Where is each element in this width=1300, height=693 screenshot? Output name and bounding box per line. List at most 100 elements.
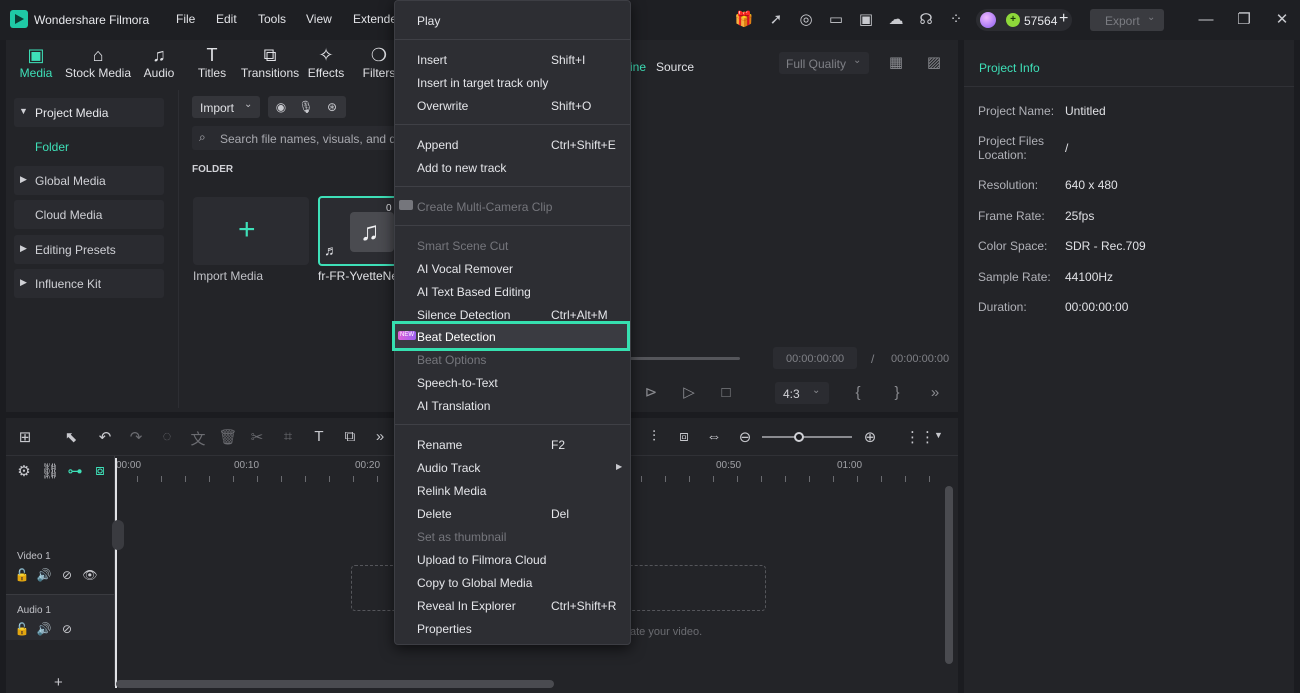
- crop-icon[interactable]: ⌗: [278, 428, 298, 445]
- tab-timeline[interactable]: ine: [630, 60, 646, 74]
- sidebar-item-project-media[interactable]: ▼ Project Media: [14, 98, 164, 127]
- trash-icon[interactable]: 🗑: [218, 428, 238, 446]
- undo-icon[interactable]: ↶: [95, 428, 115, 446]
- step-forward-icon[interactable]: ⊳: [641, 384, 661, 402]
- render-preview-icon[interactable]: ⧈: [674, 428, 694, 445]
- grid-view-icon[interactable]: ▦: [886, 54, 906, 72]
- tab-media[interactable]: ▣ Media: [15, 44, 57, 80]
- menu-item-overwrite[interactable]: Overwrite: [417, 99, 468, 113]
- horizontal-scrollbar[interactable]: [116, 680, 554, 688]
- menu-extensions[interactable]: Extende: [353, 12, 397, 26]
- ratio-select[interactable]: 4:3 ⌄: [775, 382, 829, 404]
- menu-item-ai-translation[interactable]: AI Translation: [417, 399, 490, 413]
- menu-item-ai-text[interactable]: AI Text Based Editing: [417, 285, 531, 299]
- chevron-down-icon[interactable]: ▼: [934, 430, 943, 440]
- menu-item-play[interactable]: Play: [417, 14, 440, 28]
- menu-item-ai-vocal[interactable]: AI Vocal Remover: [417, 262, 513, 276]
- tab-effects[interactable]: ✧ Effects: [306, 44, 346, 80]
- sidebar-item-influence-kit[interactable]: ▶ Influence Kit: [14, 269, 164, 298]
- select-tool-icon[interactable]: ⬉: [61, 428, 81, 446]
- tab-transitions[interactable]: ⧉ Transitions: [240, 44, 300, 80]
- menu-item-delete[interactable]: Delete: [417, 507, 452, 521]
- sidebar-item-editing-presets[interactable]: ▶ Editing Presets: [14, 235, 164, 264]
- menu-item-silence[interactable]: Silence Detection: [417, 308, 510, 322]
- menu-item-speech-to-text[interactable]: Speech-to-Text: [417, 376, 498, 390]
- zoom-slider-handle[interactable]: [794, 432, 804, 442]
- quality-select[interactable]: Full Quality ⌄: [779, 52, 869, 74]
- more-tools-icon[interactable]: »: [370, 428, 390, 445]
- snapshot-icon[interactable]: ▨: [924, 54, 944, 72]
- fit-timeline-icon[interactable]: ⇔: [704, 428, 724, 445]
- menu-item-relink[interactable]: Relink Media: [417, 484, 486, 498]
- mute-track-icon[interactable]: ⊘: [57, 622, 77, 636]
- link-icon[interactable]: ⊶: [65, 462, 85, 480]
- menu-item-properties[interactable]: Properties: [417, 622, 472, 636]
- audio-mixer-icon[interactable]: ⫶: [644, 428, 664, 445]
- close-icon[interactable]: ✕: [1272, 11, 1292, 29]
- speed-icon[interactable]: ◌: [157, 428, 177, 445]
- add-track-icon[interactable]: +: [54, 674, 63, 691]
- scissors-icon[interactable]: ✂: [247, 428, 267, 446]
- save-icon[interactable]: ▣: [856, 11, 876, 29]
- more-controls-icon[interactable]: »: [925, 384, 945, 402]
- stop-icon[interactable]: □: [716, 384, 736, 402]
- menu-item-reveal[interactable]: Reveal In Explorer: [417, 599, 516, 613]
- playhead[interactable]: [115, 458, 117, 688]
- unlink-icon[interactable]: ⛓: [40, 462, 60, 480]
- menu-item-append[interactable]: Append: [417, 138, 458, 152]
- menu-item-rename[interactable]: Rename: [417, 438, 462, 452]
- mark-in-icon[interactable]: {: [848, 384, 868, 402]
- record-icon[interactable]: ◉: [271, 98, 291, 116]
- progress-track[interactable]: [630, 357, 740, 360]
- tab-audio[interactable]: ♫ Audio: [140, 44, 178, 80]
- menu-item-copy-global[interactable]: Copy to Global Media: [417, 576, 532, 590]
- beat-detection-item[interactable]: NEW Beat Detection: [392, 321, 630, 351]
- credits-pill[interactable]: + 57564 +: [976, 9, 1072, 31]
- current-time-box[interactable]: 00:00:00:00: [773, 347, 857, 369]
- menu-item-insert-target[interactable]: Insert in target track only: [417, 76, 548, 90]
- play-icon[interactable]: ▷: [679, 384, 699, 402]
- text-tool-icon[interactable]: T: [309, 428, 329, 445]
- apps-grid-icon[interactable]: ⁘: [946, 11, 966, 29]
- settings-icon[interactable]: ⚙: [14, 462, 34, 480]
- tab-filters[interactable]: ❍ Filters: [362, 44, 396, 80]
- headset-icon[interactable]: ☊: [916, 11, 936, 29]
- import-button[interactable]: Import ⌄: [192, 96, 260, 118]
- menu-tools[interactable]: Tools: [258, 12, 286, 26]
- microphone-icon[interactable]: 🎙: [296, 98, 316, 116]
- menu-item-insert[interactable]: Insert: [417, 53, 447, 67]
- tab-stock-media[interactable]: ⌂ Stock Media: [64, 44, 132, 80]
- palette-icon[interactable]: ◎: [796, 11, 816, 29]
- add-credits-icon[interactable]: +: [1059, 10, 1068, 28]
- translate-icon[interactable]: 文: [188, 428, 208, 449]
- sidebar-item-cloud-media[interactable]: Cloud Media: [14, 200, 164, 229]
- volume-icon[interactable]: 🔊: [34, 622, 54, 636]
- menu-item-add-new-track[interactable]: Add to new track: [417, 161, 506, 175]
- tab-titles[interactable]: T Titles: [194, 44, 230, 80]
- mute-track-icon[interactable]: ⊘: [57, 568, 77, 582]
- audio-clip-tile[interactable]: ♫ ♬ 0: [318, 196, 402, 266]
- zoom-in-icon[interactable]: ⊕: [860, 428, 880, 446]
- sidebar-item-folder[interactable]: Folder: [35, 140, 69, 154]
- menu-view[interactable]: View: [306, 12, 332, 26]
- menu-edit[interactable]: Edit: [216, 12, 237, 26]
- menu-item-upload-cloud[interactable]: Upload to Filmora Cloud: [417, 553, 546, 567]
- zoom-slider-track[interactable]: [762, 436, 852, 438]
- color-tool-icon[interactable]: ⧉: [340, 428, 360, 445]
- sidebar-item-global-media[interactable]: ▶ Global Media: [14, 166, 164, 195]
- menu-item-audio-track[interactable]: Audio Track: [417, 461, 480, 475]
- cloud-upload-icon[interactable]: ☁: [886, 11, 906, 29]
- redo-icon[interactable]: ↷: [126, 428, 146, 446]
- layout-grid-icon[interactable]: ⊞: [15, 428, 35, 446]
- import-media-tile[interactable]: +: [193, 197, 309, 265]
- layout-icon[interactable]: ▭: [826, 11, 846, 29]
- zoom-out-icon[interactable]: ⊖: [735, 428, 755, 446]
- auto-ripple-icon[interactable]: ⧇: [90, 462, 110, 479]
- export-button[interactable]: Export ⌄: [1090, 9, 1164, 31]
- tab-source[interactable]: Source: [656, 60, 694, 74]
- lock-icon[interactable]: 🔓: [12, 568, 32, 582]
- track-layout-icon[interactable]: ⋮⋮: [905, 428, 935, 446]
- mark-out-icon[interactable]: }: [887, 384, 907, 402]
- vertical-scrollbar[interactable]: [945, 486, 953, 664]
- gift-icon[interactable]: 🎁: [734, 11, 754, 29]
